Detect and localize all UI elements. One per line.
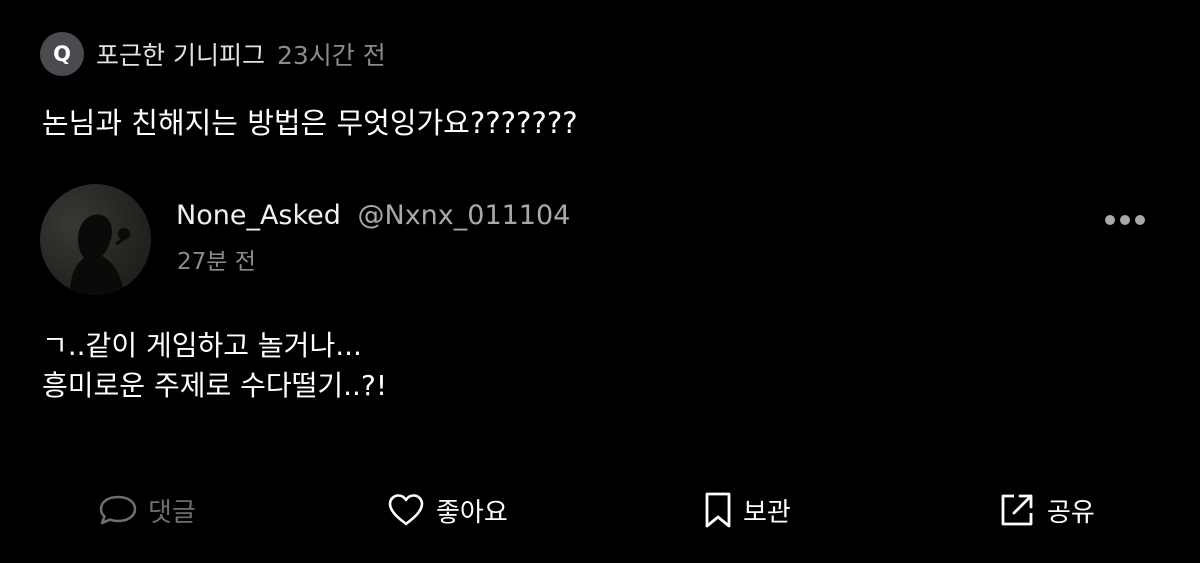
action-bar: 댓글 좋아요 보관 공유 bbox=[0, 484, 1200, 536]
question-header: Q 포근한 기니피그 23시간 전 bbox=[40, 32, 386, 76]
comment-button[interactable]: 댓글 bbox=[98, 484, 196, 536]
comment-label: 댓글 bbox=[148, 497, 196, 528]
author-line: None_Asked @Nxnx_011104 bbox=[176, 200, 570, 231]
like-label: 좋아요 bbox=[436, 497, 508, 528]
save-label: 보관 bbox=[743, 497, 791, 528]
author-name[interactable]: None_Asked bbox=[176, 200, 341, 231]
question-time: 23시간 전 bbox=[276, 41, 386, 70]
answer-line: 흥미로운 주제로 수다떨기..?! bbox=[42, 369, 388, 402]
share-icon bbox=[1001, 494, 1033, 526]
author-handle[interactable]: @Nxnx_011104 bbox=[358, 200, 571, 231]
answer-body: ㄱ..같이 게임하고 놀거나... 흥미로운 주제로 수다떨기..?! bbox=[42, 326, 387, 406]
asker-name[interactable]: 포근한 기니피그 bbox=[96, 36, 265, 72]
more-dots-icon bbox=[1105, 215, 1145, 225]
like-button[interactable]: 좋아요 bbox=[386, 484, 508, 536]
answer-time: 27분 전 bbox=[177, 249, 256, 275]
share-label: 공유 bbox=[1047, 497, 1095, 528]
question-text: 논님과 친해지는 방법은 무엇잉가요??????? bbox=[42, 106, 578, 140]
chat-bubble-icon bbox=[99, 495, 137, 525]
answer-line: ㄱ..같이 게임하고 놀거나... bbox=[42, 329, 362, 362]
more-options-button[interactable] bbox=[1098, 204, 1152, 236]
avatar-image bbox=[70, 214, 130, 295]
avatar[interactable] bbox=[40, 184, 151, 295]
share-button[interactable]: 공유 bbox=[997, 484, 1095, 536]
question-badge: Q bbox=[40, 32, 84, 76]
heart-icon bbox=[388, 494, 424, 526]
bookmark-icon bbox=[705, 492, 731, 528]
save-button[interactable]: 보관 bbox=[703, 484, 791, 536]
